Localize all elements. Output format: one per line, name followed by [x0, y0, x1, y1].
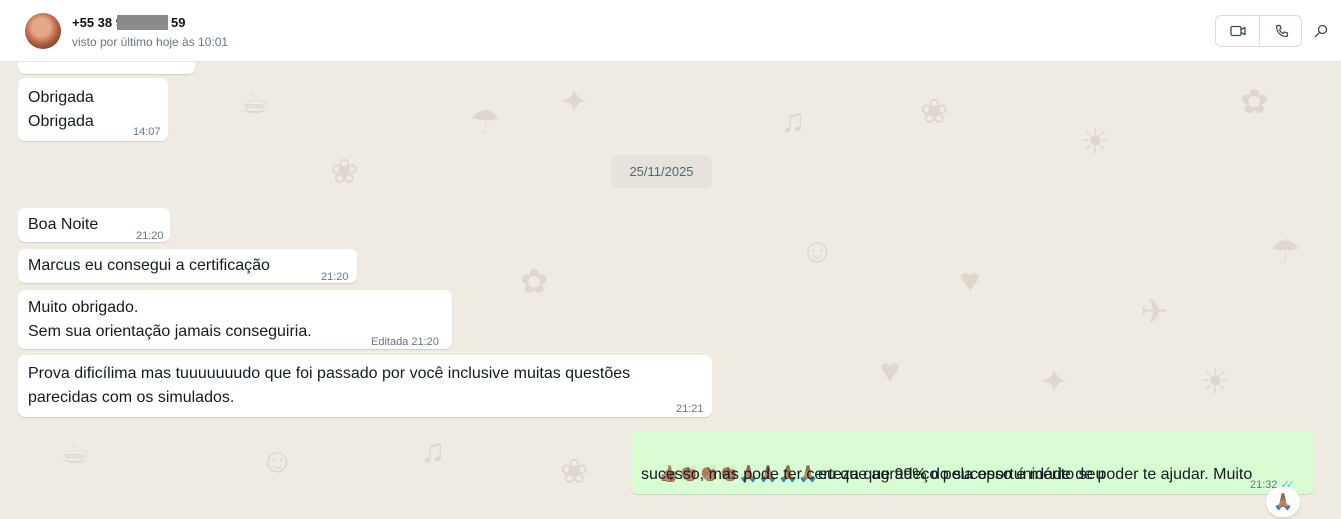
- message-bubble-incoming[interactable]: Prova dificílima mas tuuuuuuudo que foi …: [18, 355, 712, 417]
- message-text: Boa Noite: [28, 216, 99, 233]
- doodle-icon: ♫: [780, 102, 806, 140]
- search-button[interactable]: [1310, 20, 1332, 42]
- doodle-icon: ❀: [560, 453, 589, 491]
- doodle-icon: ♥: [880, 352, 901, 390]
- message-text: Sem sua orientação jamais conseguiria.: [28, 323, 312, 340]
- avatar[interactable]: [25, 13, 61, 49]
- video-call-button[interactable]: [1216, 16, 1259, 46]
- message-bubble-incoming[interactable]: Boa Noite 21:20: [18, 208, 170, 242]
- call-button-group: [1215, 15, 1302, 47]
- doodle-icon: ✿: [520, 263, 549, 301]
- doodle-icon: ☕: [60, 433, 91, 471]
- message-bubble-partial: [18, 62, 195, 74]
- message-time: 14:07: [133, 126, 161, 138]
- message-text: sucesso, mas pode ter certeza que 99% do…: [641, 466, 1105, 483]
- doodle-icon: ✦: [560, 83, 589, 121]
- video-call-icon: [1229, 25, 1246, 37]
- doodle-icon: ❀: [920, 93, 949, 131]
- message-bubble-incoming[interactable]: Marcus eu consegui a certificação 21:20: [18, 249, 357, 283]
- message-bubble-incoming[interactable]: Obrigada Obrigada 14:07: [18, 78, 168, 141]
- doodle-icon: ❀: [330, 153, 359, 191]
- voice-call-icon: [1275, 24, 1288, 38]
- doodle-icon: ☂: [1270, 233, 1301, 271]
- search-icon: [1314, 24, 1328, 38]
- doodle-icon: ☂: [470, 103, 501, 141]
- message-text: Prova dificílima mas tuuuuuuudo que foi …: [28, 365, 631, 382]
- message-bubble-outgoing[interactable]: 👍🏽👏🏽👏🏽👏🏽🙏🏽🙏🏽🙏🏽🙏🏽eu que agradeço pela opo…: [631, 432, 1314, 494]
- message-reaction[interactable]: 🙏🏽: [1266, 487, 1300, 517]
- doodle-icon: ✿: [1240, 83, 1269, 121]
- chat-header: +55 38 9 59 visto por último hoje às 10:0…: [0, 0, 1341, 62]
- contact-name-prefix: +55 38 9: [72, 15, 123, 30]
- doodle-icon: ♥: [960, 262, 981, 300]
- doodle-icon: ☺: [260, 442, 295, 480]
- date-divider: 25/11/2025: [611, 155, 712, 188]
- doodle-icon: ✈: [1140, 293, 1169, 331]
- doodle-icon: ♫: [420, 432, 446, 470]
- message-bubble-incoming[interactable]: Muito obrigado. Sem sua orientação jamai…: [18, 290, 452, 349]
- message-text: Muito obrigado.: [28, 299, 139, 316]
- doodle-icon: ☀: [1080, 123, 1111, 161]
- message-time: 21:20: [321, 271, 349, 283]
- voice-call-button[interactable]: [1260, 16, 1303, 46]
- message-time: 21:20: [136, 230, 164, 242]
- edited-label: Editada: [371, 336, 409, 348]
- message-text: parecidas com os simulados.: [28, 389, 235, 406]
- doodle-icon: ☕: [240, 83, 271, 121]
- message-text: Marcus eu consegui a certificação: [28, 257, 270, 274]
- doodle-icon: ☺: [800, 232, 835, 270]
- message-time-edited: Editada 21:20: [371, 330, 439, 354]
- message-time: 21:21: [676, 403, 704, 415]
- last-seen-status: visto por último hoje às 10:01: [72, 35, 229, 49]
- message-text: Obrigada: [28, 89, 94, 106]
- message-time: 21:20: [411, 336, 439, 348]
- doodle-icon: ☀: [1200, 363, 1231, 401]
- doodle-icon: ✦: [1040, 363, 1069, 401]
- redaction-box: [117, 15, 168, 30]
- message-text: Obrigada: [28, 113, 94, 130]
- contact-name-suffix: 59: [170, 15, 186, 30]
